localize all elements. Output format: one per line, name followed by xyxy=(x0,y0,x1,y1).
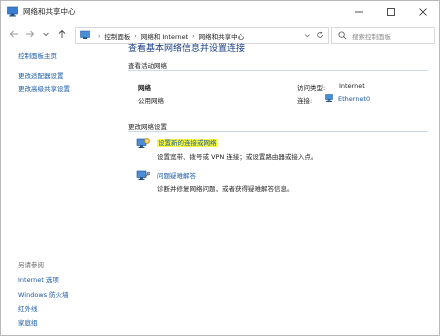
back-button[interactable] xyxy=(7,27,21,41)
network-type: 公用网络 xyxy=(138,97,164,105)
chevron-down-icon xyxy=(304,33,310,37)
breadcrumb-separator-icon: › xyxy=(192,32,195,40)
breadcrumb: › 控制面板 › 网络和 Internet › 网络和共享中心 xyxy=(94,31,245,42)
ethernet-connection-link[interactable]: Ethernet0 xyxy=(338,95,370,103)
ethernet-icon xyxy=(325,94,333,102)
refresh-icon xyxy=(317,31,323,38)
breadcrumb-separator-icon: › xyxy=(98,32,101,40)
refresh-button[interactable] xyxy=(315,30,325,40)
see-also-label: 另请参阅 xyxy=(18,261,44,269)
active-networks-label: 查看活动网络 xyxy=(128,62,167,70)
minimize-icon xyxy=(355,11,363,13)
homegroup-link[interactable]: 家庭组 xyxy=(18,317,38,327)
control-panel-icon xyxy=(80,30,90,39)
setup-connection-description: 设置宽带、拨号或 VPN 连接；或设置路由器或接入点。 xyxy=(157,153,318,161)
up-button[interactable] xyxy=(55,27,69,41)
breadcrumb-network-internet[interactable]: 网络和 Internet xyxy=(141,31,188,41)
search-placeholder: 搜索控制面板 xyxy=(352,33,391,41)
network-name: 网络 xyxy=(138,84,151,92)
setup-connection-link[interactable]: 设置新的连接或网络 xyxy=(157,139,218,147)
change-network-settings-label: 更改网络设置 xyxy=(128,123,167,131)
close-button[interactable] xyxy=(407,1,439,23)
search-box[interactable]: 搜索控制面板 xyxy=(331,27,435,44)
close-icon xyxy=(419,8,427,16)
main-content: 查看基本网络信息并设置连接 查看活动网络 网络 公用网络 访问类型: Inter… xyxy=(113,44,439,335)
breadcrumb-control-panel[interactable]: 控制面板 xyxy=(104,31,130,41)
troubleshoot-link[interactable]: 问题疑难解答 xyxy=(157,170,196,180)
change-adapter-settings-link[interactable]: 更改适配器设置 xyxy=(18,70,64,80)
breadcrumb-network-sharing-center[interactable]: 网络和共享中心 xyxy=(199,31,245,41)
forward-button[interactable] xyxy=(23,27,37,41)
page-title: 查看基本网络信息并设置连接 xyxy=(128,44,246,54)
divider xyxy=(128,131,428,132)
infrared-link[interactable]: 红外线 xyxy=(18,303,38,313)
window: 网络和共享中心 › 控制面板 › 网络和 Internet › 网络和共享中心 … xyxy=(0,0,440,336)
troubleshoot-description: 诊断并修复网络问题，或者获得疑难解答信息。 xyxy=(157,185,294,193)
back-arrow-icon xyxy=(9,30,18,38)
troubleshoot-icon xyxy=(136,170,150,180)
minimize-button[interactable] xyxy=(343,1,375,23)
breadcrumb-separator-icon: › xyxy=(134,32,137,40)
control-panel-home-link[interactable]: 控制面板主页 xyxy=(18,50,57,60)
divider xyxy=(128,70,428,71)
forward-arrow-icon xyxy=(26,30,35,38)
up-arrow-icon xyxy=(58,29,66,38)
maximize-button[interactable] xyxy=(375,1,407,23)
connections-label: 连接: xyxy=(297,97,313,105)
maximize-icon xyxy=(387,8,395,16)
internet-options-link[interactable]: Internet 选项 xyxy=(18,274,59,284)
windows-firewall-link[interactable]: Windows 防火墙 xyxy=(18,289,69,299)
left-pane: 控制面板主页 更改适配器设置 更改高级共享设置 另请参阅 Internet 选项… xyxy=(1,47,111,335)
title-bar: 网络和共享中心 xyxy=(1,1,439,23)
recent-locations-button[interactable] xyxy=(39,27,53,41)
setup-connection-link-wrap: 设置新的连接或网络 xyxy=(157,137,218,147)
window-title: 网络和共享中心 xyxy=(23,7,76,16)
search-icon xyxy=(338,31,347,40)
chevron-down-icon xyxy=(43,32,49,37)
address-history-button[interactable] xyxy=(302,30,312,40)
access-type-value: Internet xyxy=(339,82,365,90)
new-connection-icon xyxy=(136,138,150,148)
access-type-label: 访问类型: xyxy=(297,84,326,92)
network-center-icon xyxy=(7,6,18,17)
change-advanced-sharing-link[interactable]: 更改高级共享设置 xyxy=(18,83,70,93)
